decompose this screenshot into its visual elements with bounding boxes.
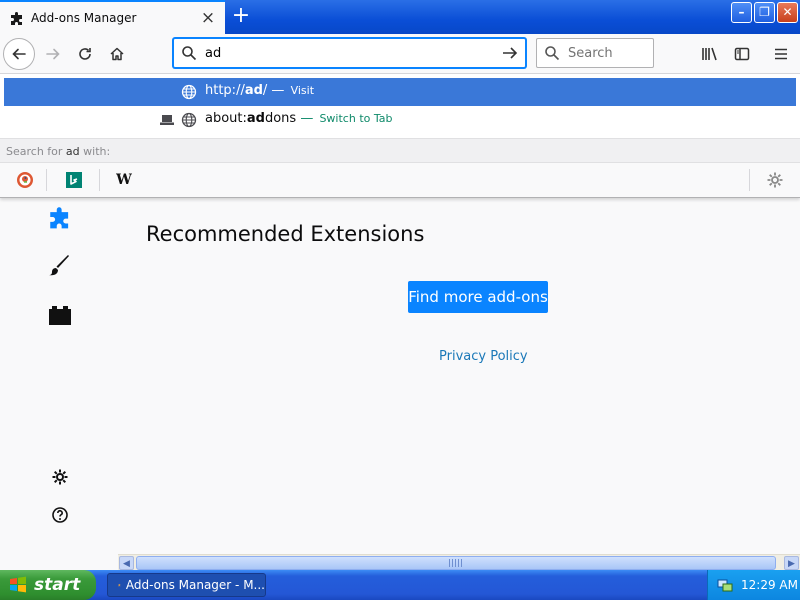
scroll-right-arrow-icon[interactable]: ▶ xyxy=(784,556,799,570)
start-button[interactable]: start xyxy=(0,570,96,600)
url-bar[interactable] xyxy=(173,38,526,68)
search-bar[interactable]: Search xyxy=(536,38,654,68)
tab-close-button[interactable]: × xyxy=(198,8,218,28)
search-icon xyxy=(182,46,197,61)
sidebar-button[interactable] xyxy=(726,38,758,70)
forward-arrow-icon xyxy=(46,48,60,60)
search-settings-gear-icon[interactable] xyxy=(764,169,786,191)
clock: 12:29 AM xyxy=(741,578,798,592)
go-arrow-icon[interactable] xyxy=(501,44,519,62)
home-icon xyxy=(110,47,124,61)
support-help-icon[interactable] xyxy=(44,499,76,531)
separator xyxy=(46,169,47,191)
reload-icon xyxy=(79,48,91,60)
category-extensions-puzzle-icon[interactable] xyxy=(44,201,76,233)
taskbar-item-addons-manager[interactable]: Add-ons Manager - M... xyxy=(107,573,266,597)
autocomplete-text: about:addons — Switch to Tab xyxy=(205,111,393,126)
duckduckgo-icon[interactable] xyxy=(14,169,36,191)
maximize-button[interactable]: ❐ xyxy=(754,2,775,23)
taskbar-item-label: Add-ons Manager - M... xyxy=(125,578,265,592)
sidebar-icon xyxy=(734,47,750,61)
library-button[interactable] xyxy=(694,38,726,70)
url-autocomplete-popup: http://ad/ — Visit about:addons — Switch… xyxy=(0,74,800,198)
separator xyxy=(749,169,750,191)
switch-to-tab-action: Switch to Tab xyxy=(319,112,393,125)
puzzle-piece-icon xyxy=(9,10,25,26)
addons-settings-gear-icon[interactable] xyxy=(44,461,76,493)
one-off-search-engines: W xyxy=(0,163,800,197)
find-more-addons-button[interactable]: Find more add-ons xyxy=(408,281,548,313)
scroll-grip xyxy=(449,559,463,567)
back-arrow-icon xyxy=(12,48,26,60)
back-button[interactable] xyxy=(3,38,35,70)
reload-button[interactable] xyxy=(69,38,101,70)
system-tray: 12:29 AM xyxy=(707,570,800,600)
autocomplete-text: http://ad/ — Visit xyxy=(205,83,315,98)
autocomplete-item-visit[interactable]: http://ad/ — Visit xyxy=(4,78,796,106)
library-icon xyxy=(702,47,717,61)
url-input[interactable] xyxy=(205,44,485,62)
bing-icon[interactable] xyxy=(63,169,85,191)
forward-button[interactable] xyxy=(37,38,69,70)
menu-button[interactable] xyxy=(765,38,797,70)
category-themes-brush-icon[interactable] xyxy=(44,250,76,282)
network-icon[interactable] xyxy=(717,577,733,593)
hamburger-menu-icon xyxy=(775,48,787,60)
puzzle-piece-icon xyxy=(118,583,121,587)
globe-icon xyxy=(181,112,197,128)
autocomplete-item-switch-tab[interactable]: about:addons — Switch to Tab xyxy=(4,106,796,134)
category-plugins-block-icon[interactable] xyxy=(44,299,76,331)
page-title: Recommended Extensions xyxy=(146,222,425,246)
laptop-icon xyxy=(160,115,174,125)
windows-flag-icon xyxy=(10,576,26,593)
title-bar: Add-ons Manager × + – ❐ ✕ xyxy=(0,0,800,34)
start-label: start xyxy=(34,575,81,595)
visit-action: Visit xyxy=(290,84,315,97)
search-for-label: Search for ad with: xyxy=(0,138,800,163)
tab-title: Add-ons Manager xyxy=(31,11,137,25)
minimize-button[interactable]: – xyxy=(731,2,752,23)
tab-addons-manager[interactable]: Add-ons Manager × xyxy=(0,0,225,34)
search-icon xyxy=(545,46,560,61)
new-tab-button[interactable]: + xyxy=(228,4,254,30)
scroll-left-arrow-icon[interactable]: ◀ xyxy=(119,556,134,570)
window-controls: – ❐ ✕ xyxy=(731,2,798,23)
globe-icon xyxy=(181,84,197,100)
separator xyxy=(99,169,100,191)
nav-toolbar: Search xyxy=(0,34,800,74)
search-placeholder: Search xyxy=(568,46,613,61)
horizontal-scrollbar[interactable]: ◀ ▶ xyxy=(118,554,800,570)
home-button[interactable] xyxy=(101,38,133,70)
scrollbar-thumb[interactable] xyxy=(136,556,776,570)
privacy-policy-link[interactable]: Privacy Policy xyxy=(439,349,528,364)
taskbar: start Add-ons Manager - M... 12:29 AM xyxy=(0,570,800,600)
close-window-button[interactable]: ✕ xyxy=(777,2,798,23)
wikipedia-icon[interactable]: W xyxy=(113,169,135,191)
